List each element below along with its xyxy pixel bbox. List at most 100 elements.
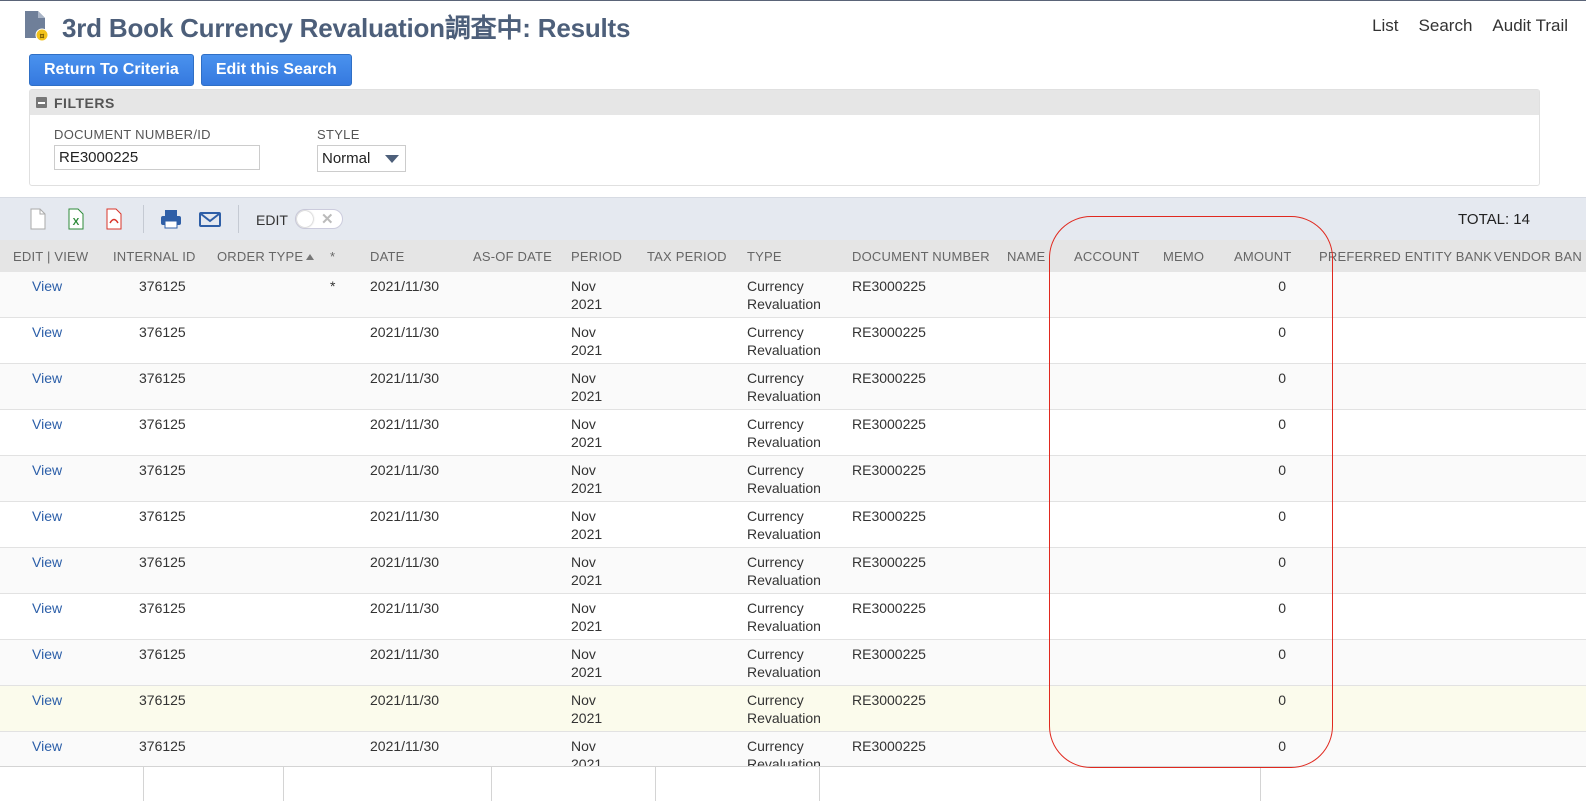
column-header-name[interactable]: NAME [1007,249,1045,264]
list-link[interactable]: List [1372,16,1398,36]
new-document-icon[interactable] [28,208,48,230]
column-header-order-type[interactable]: ORDER TYPE [217,249,315,264]
column-header-period[interactable]: PERIOD [571,249,622,264]
column-header-as-of-date[interactable]: AS-OF DATE [473,249,552,264]
column-header-internal-id[interactable]: INTERNAL ID [113,249,196,264]
table-row[interactable]: View 376125 2021/11/30 Nov 2021 Currency Reval… [0,364,1586,410]
document-number-cell: RE3000225 [852,278,926,294]
table-row[interactable]: View 376125 2021/11/30 Nov 2021 Currency Reval… [0,502,1586,548]
date-cell: 2021/11/30 [370,462,440,478]
column-header-vendor-bank[interactable]: VENDOR BAN [1494,249,1582,264]
column-header-amount[interactable]: AMOUNT [1234,249,1292,264]
column-divider [283,767,284,801]
period-cell-year: 2021 [571,618,603,634]
date-cell: 2021/11/30 [370,508,440,524]
table-row[interactable]: View 376125 2021/11/30 Nov 2021 Currency Reval… [0,686,1586,732]
table-row[interactable]: View 376125 2021/11/30 Nov 2021 Currency Reval… [0,594,1586,640]
table-row[interactable]: View 376125 2021/11/30 Nov 2021 Currency Reval… [0,548,1586,594]
document-number-cell: RE3000225 [852,416,926,432]
amount-cell: 0 [1278,324,1286,340]
column-header-account[interactable]: ACCOUNT [1074,249,1140,264]
table-row[interactable]: View 376125 2021/11/30 Nov 2021 Currency Reval… [0,410,1586,456]
filters-header[interactable]: FILTERS [30,90,1539,115]
view-link[interactable]: View [32,461,62,479]
edit-toggle[interactable]: ✕ [295,209,343,229]
date-cell: 2021/11/30 [370,646,440,662]
column-header-star[interactable]: * [330,249,335,264]
internal-id-cell: 376125 [139,554,186,570]
period-cell-month: Nov [571,692,596,708]
period-cell-year: 2021 [571,526,603,542]
amount-cell: 0 [1278,646,1286,662]
svg-text:X: X [73,217,80,228]
style-select-value: Normal [322,150,371,167]
print-icon[interactable] [160,208,182,230]
column-header-memo[interactable]: MEMO [1163,249,1204,264]
period-cell-month: Nov [571,462,596,478]
document-number-input[interactable] [54,145,260,170]
edit-this-search-button[interactable]: Edit this Search [200,54,352,86]
amount-cell: 0 [1278,278,1286,294]
results-table-body: View 376125 * 2021/11/30 Nov 2021 Currency Reva… [0,272,1586,778]
period-cell-month: Nov [571,324,596,340]
page-header: ¤ 3rd Book Currency Revaluation調査中: Resu… [22,8,630,44]
type-cell-line1: Currency [747,554,804,570]
column-header-preferred-entity-bank[interactable]: PREFERRED ENTITY BANK [1319,249,1492,264]
toolbar-divider [238,205,239,233]
style-select[interactable]: Normal [317,145,406,172]
period-cell-year: 2021 [571,710,603,726]
view-link[interactable]: View [32,553,62,571]
date-cell: 2021/11/30 [370,738,440,754]
type-cell-line2: Revaluation [747,710,821,726]
view-link[interactable]: View [32,277,62,295]
column-header-tax-period[interactable]: TAX PERIOD [647,249,727,264]
period-cell-year: 2021 [571,480,603,496]
column-divider [655,767,656,801]
date-cell: 2021/11/30 [370,600,440,616]
table-row[interactable]: View 376125 2021/11/30 Nov 2021 Currency Reval… [0,640,1586,686]
column-header-edit-view[interactable]: EDIT | VIEW [13,249,88,264]
collapse-icon[interactable] [36,97,47,108]
star-cell: * [330,278,336,294]
view-link[interactable]: View [32,691,62,709]
column-header-document-number[interactable]: DOCUMENT NUMBER [852,249,990,264]
document-number-cell: RE3000225 [852,738,926,754]
action-buttons: Return To Criteria Edit this Search [29,54,352,86]
audit-trail-link[interactable]: Audit Trail [1492,16,1568,36]
export-pdf-icon[interactable] [104,208,124,230]
view-link[interactable]: View [32,737,62,755]
period-cell-year: 2021 [571,664,603,680]
view-link[interactable]: View [32,369,62,387]
document-number-cell: RE3000225 [852,324,926,340]
column-header-order-type-label: ORDER TYPE [217,249,304,264]
document-number-cell: RE3000225 [852,692,926,708]
view-link[interactable]: View [32,645,62,663]
return-to-criteria-button[interactable]: Return To Criteria [29,54,194,86]
internal-id-cell: 376125 [139,508,186,524]
type-cell-line1: Currency [747,278,804,294]
table-row[interactable]: View 376125 2021/11/30 Nov 2021 Currency Reval… [0,456,1586,502]
view-link[interactable]: View [32,323,62,341]
amount-cell: 0 [1278,462,1286,478]
table-row[interactable]: View 376125 * 2021/11/30 Nov 2021 Currency Reva… [0,272,1586,318]
revaluation-document-icon: ¤ [22,10,50,42]
filters-heading: FILTERS [54,94,115,111]
type-cell-line2: Revaluation [747,388,821,404]
view-link[interactable]: View [32,507,62,525]
view-link[interactable]: View [32,415,62,433]
date-cell: 2021/11/30 [370,324,440,340]
amount-cell: 0 [1278,370,1286,386]
column-header-type[interactable]: TYPE [747,249,782,264]
export-excel-icon[interactable]: X [66,208,86,230]
internal-id-cell: 376125 [139,462,186,478]
document-number-cell: RE3000225 [852,646,926,662]
email-icon[interactable] [199,208,221,230]
internal-id-cell: 376125 [139,738,186,754]
column-header-date[interactable]: DATE [370,249,405,264]
table-row[interactable]: View 376125 2021/11/30 Nov 2021 Currency Reval… [0,318,1586,364]
view-link[interactable]: View [32,599,62,617]
internal-id-cell: 376125 [139,370,186,386]
search-link[interactable]: Search [1419,16,1473,36]
period-cell-year: 2021 [571,388,603,404]
filters-panel: FILTERS DOCUMENT NUMBER/ID STYLE Normal [29,89,1540,186]
